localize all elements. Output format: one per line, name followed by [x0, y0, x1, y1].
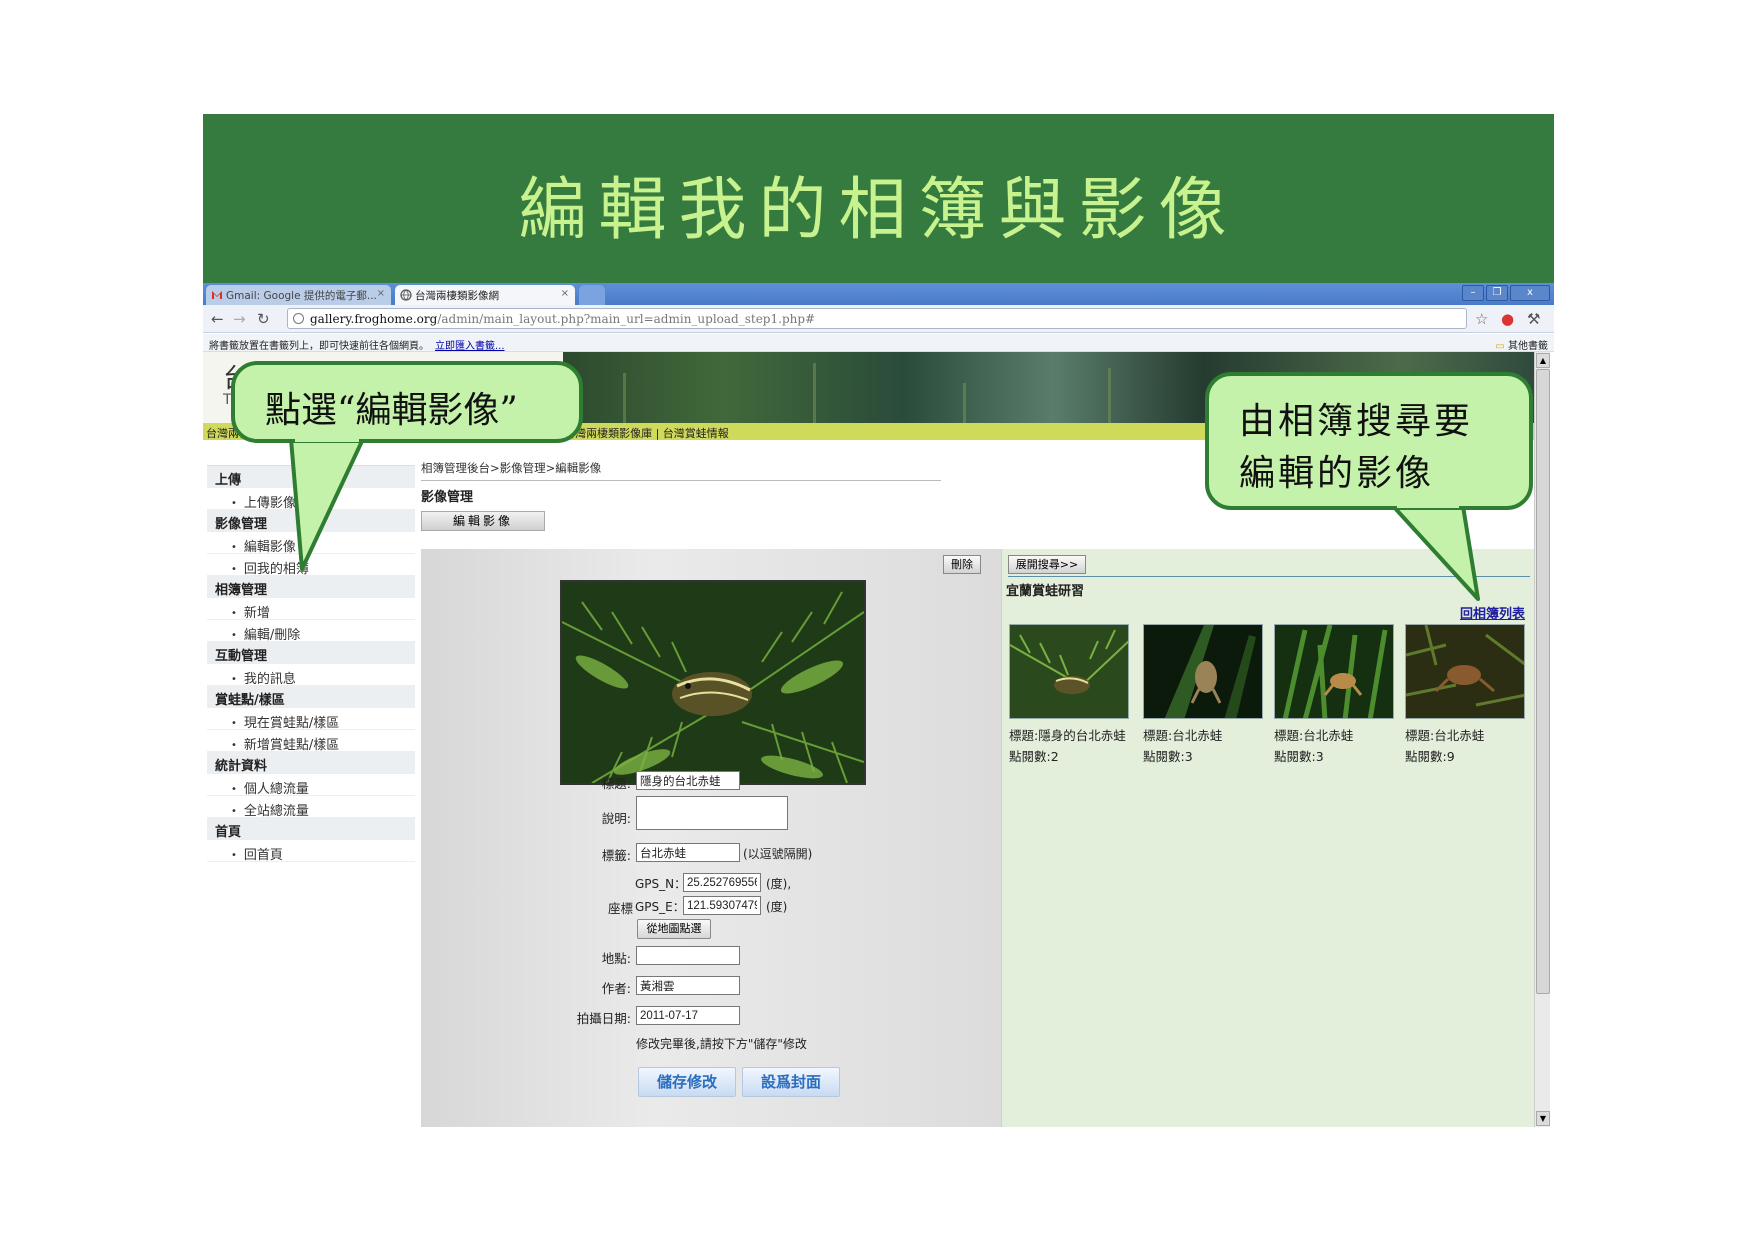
- callout-pointers: [289, 437, 1480, 601]
- right-callout-pointer: [1391, 504, 1480, 601]
- left-callout-pointer: [289, 437, 365, 571]
- callout-click-edit-image: 點選“編輯影像”: [231, 361, 583, 443]
- slide: 編輯我的相簿與影像 Gmail: Google 提供的電子郵... × 台灣兩棲…: [203, 114, 1554, 1127]
- callout-search-by-album: 由相簿搜尋要 編輯的影像: [1205, 372, 1533, 510]
